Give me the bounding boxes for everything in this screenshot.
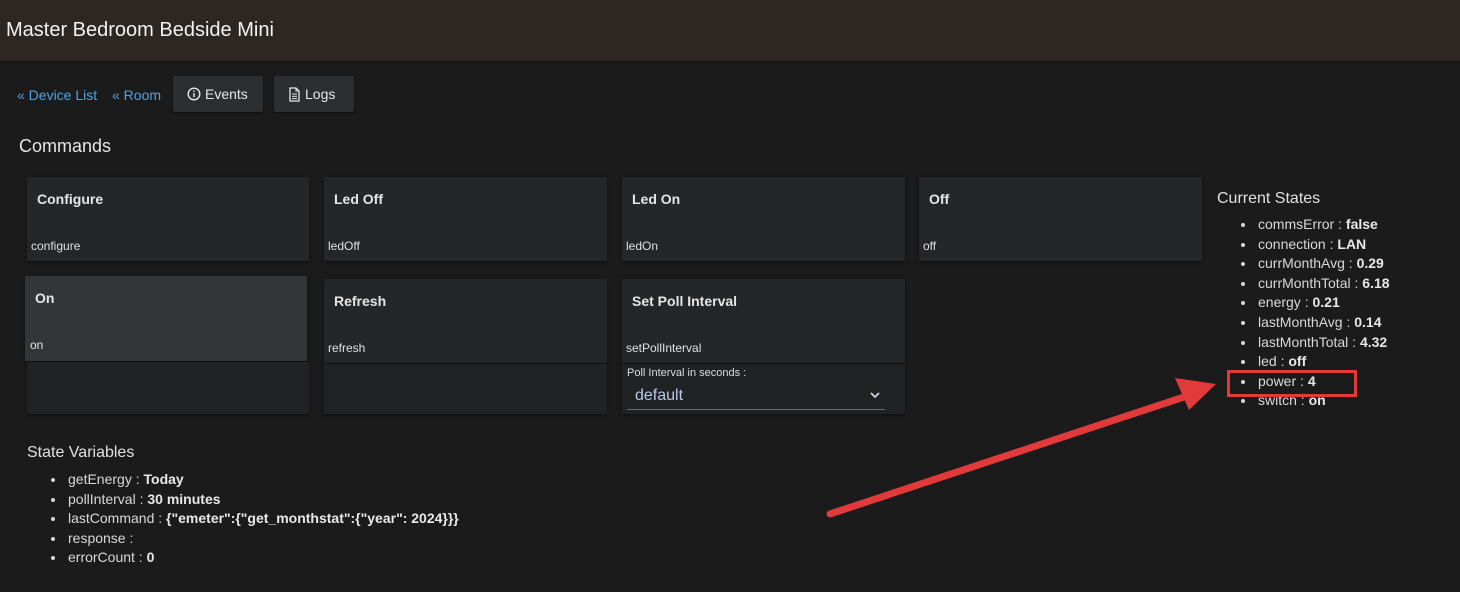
command-card-refresh-params [324, 364, 607, 414]
device-list-link[interactable]: « Device List [17, 87, 97, 103]
command-method: ledOff [328, 239, 360, 253]
current-state-commserror: commsError : false [1240, 216, 1390, 236]
state-value: 30 minutes [147, 490, 221, 507]
state-key: pollInterval [68, 490, 136, 507]
state-value: 4.32 [1359, 333, 1388, 350]
current-states-title: Current States [1217, 190, 1321, 207]
state-key: lastCommand [68, 510, 155, 527]
command-card-set-poll-interval[interactable]: Set Poll Interval setPollInterval [622, 279, 905, 363]
command-name: Configure [37, 191, 104, 207]
chevron-down-icon [870, 392, 880, 399]
state-value: {"emeter":{"get_monthstat":{"year": 2024… [166, 510, 459, 527]
logs-button[interactable]: Logs [274, 76, 354, 112]
state-variables-list: getEnergy : Today pollInterval : 30 minut… [50, 471, 459, 569]
command-card-off[interactable]: Off off [919, 177, 1202, 261]
state-key: lastMonthTotal [1258, 333, 1349, 350]
state-key: energy [1258, 294, 1301, 311]
current-state-currmonthtotal: currMonthTotal : 6.18 [1240, 275, 1390, 295]
logs-label: Logs [305, 86, 336, 102]
state-key: currMonthTotal [1258, 274, 1351, 291]
state-key: currMonthAvg [1258, 255, 1345, 272]
state-key: getEnergy [68, 471, 132, 487]
poll-interval-value: default [635, 387, 684, 404]
command-card-led-off[interactable]: Led Off ledOff [324, 177, 607, 261]
state-value: 6.18 [1362, 274, 1390, 291]
command-name: Set Poll Interval [632, 293, 738, 309]
command-method: setPollInterval [626, 341, 702, 355]
state-variable-lastcommand: lastCommand : {"emeter":{"get_monthstat"… [50, 510, 459, 530]
state-value: off [1288, 353, 1307, 370]
state-value: 0.14 [1354, 313, 1382, 330]
state-value: LAN [1337, 235, 1367, 252]
command-method: configure [31, 239, 81, 253]
current-state-lastmonthtotal: lastMonthTotal : 4.32 [1240, 334, 1390, 354]
info-circle-icon [187, 87, 201, 101]
command-name: Refresh [334, 293, 387, 309]
document-icon [289, 86, 300, 102]
current-state-currmonthavg: currMonthAvg : 0.29 [1240, 255, 1390, 275]
state-variable-pollinterval: pollInterval : 30 minutes [50, 491, 459, 511]
current-state-energy: energy : 0.21 [1240, 294, 1390, 314]
state-key: lastMonthAvg [1258, 313, 1343, 330]
command-method: on [30, 338, 44, 352]
poll-interval-select[interactable]: default [627, 382, 885, 410]
state-value: 0.29 [1356, 255, 1384, 272]
state-value: false [1345, 216, 1378, 232]
events-button[interactable]: Events [173, 76, 263, 112]
header-bar: Master Bedroom Bedside Mini [0, 0, 1460, 61]
state-key: response [68, 529, 126, 546]
command-card-on-params [27, 362, 309, 414]
state-variable-response: response : [50, 530, 459, 550]
command-name: Off [929, 191, 950, 207]
command-card-refresh[interactable]: Refresh refresh [324, 279, 607, 363]
commands-title: Commands [19, 136, 112, 156]
state-key: connection [1258, 235, 1326, 252]
state-key: errorCount [68, 549, 135, 566]
command-method: refresh [328, 341, 366, 355]
command-name: Led On [632, 191, 681, 207]
current-state-lastmonthavg: lastMonthAvg : 0.14 [1240, 314, 1390, 334]
poll-interval-label: Poll Interval in seconds : [627, 367, 747, 379]
command-card-on[interactable]: On on [25, 276, 307, 361]
current-state-connection: connection : LAN [1240, 236, 1390, 256]
state-key: commsError [1258, 216, 1335, 232]
power-highlight-box [1227, 370, 1357, 397]
command-method: off [923, 239, 937, 253]
state-value: 0 [146, 549, 155, 566]
room-link[interactable]: « Room [112, 87, 161, 103]
command-card-configure[interactable]: Configure configure [27, 177, 309, 261]
page-title: Master Bedroom Bedside Mini [6, 19, 274, 41]
command-card-led-on[interactable]: Led On ledOn [622, 177, 905, 261]
state-value: 0.21 [1312, 294, 1340, 311]
command-name: Led Off [334, 191, 383, 207]
command-method: ledOn [626, 239, 659, 253]
header-divider [0, 61, 1460, 63]
state-variable-getenergy: getEnergy : Today [50, 471, 459, 491]
events-label: Events [205, 86, 248, 102]
state-variable-errorcount: errorCount : 0 [50, 549, 459, 569]
state-variables-title: State Variables [27, 444, 135, 461]
state-key: led [1258, 353, 1277, 370]
command-name: On [35, 290, 55, 306]
state-value: Today [143, 471, 184, 487]
